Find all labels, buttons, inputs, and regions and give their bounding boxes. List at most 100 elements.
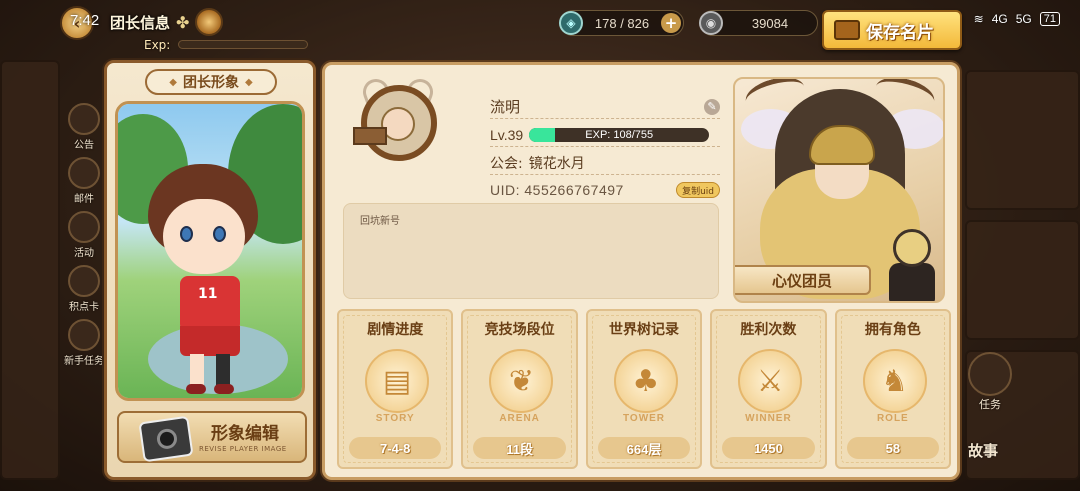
stat-value: 11段 [506, 441, 533, 457]
points-card-icon [68, 265, 100, 297]
stat-badge: STORY [375, 413, 415, 424]
event-icon [68, 211, 100, 243]
task-button[interactable]: 任务 [968, 352, 1012, 412]
exp-progress-bar: EXP: 108/755 [529, 127, 710, 142]
stat-card-role[interactable]: 拥有角色 ♞ ROLE 58 [834, 309, 952, 469]
player-info-panel: 流明 ✎ Lv.39 EXP: 108/755 公会: 镜花水月 UID: 45… [322, 62, 960, 480]
player-uid: UID: 455266767497 [490, 182, 624, 198]
menu-label: 邮件 [74, 194, 94, 205]
task-icon [968, 352, 1012, 396]
menu-item-events[interactable]: 活动 [60, 208, 108, 262]
bunny-icon: ♞ [862, 349, 927, 413]
network-5g-label: 5G [1015, 12, 1032, 26]
uid-row: UID: 455266767497 复制uid [490, 178, 720, 202]
left-side-menu: 公告 邮件 活动 积点卡 新手任务 [60, 100, 108, 370]
story-button[interactable]: 故事 [968, 440, 998, 461]
menu-label: 活动 [74, 248, 94, 259]
guild-name: 镜花水月 [528, 155, 585, 172]
crossed-swords-icon: ⚔ [738, 349, 803, 413]
gold-resource: ◉ 39084 [699, 10, 818, 36]
stamina-resource: ◈ 178 / 826 + [559, 10, 684, 36]
stat-title: 胜利次数 [740, 322, 797, 338]
leader-image-panel: ◆ 团长形象 ◆ 11 形象编辑 REVISE PLAYER IMAGE [104, 60, 316, 480]
stamina-value: 178 / 826 [594, 15, 650, 31]
stat-card-arena[interactable]: 竞技场段位 ❦ ARENA 11段 [461, 309, 578, 469]
stat-badge: WINNER [745, 413, 792, 424]
menu-item-points-card[interactable]: 积点卡 [60, 262, 108, 316]
mail-icon [68, 157, 100, 189]
signature-input[interactable]: 回坑新号 [343, 203, 719, 299]
menu-item-mail[interactable]: 邮件 [60, 154, 108, 208]
stat-value: 7-4-8 [380, 440, 411, 456]
stat-badge: ROLE [876, 413, 909, 424]
add-stamina-button[interactable]: + [661, 13, 681, 33]
favorite-member-chibi [883, 229, 941, 301]
exp-label: Exp: [144, 38, 171, 52]
player-level: Lv.39 [490, 126, 524, 143]
menu-label: 新手任务 [64, 356, 104, 367]
task-label: 任务 [979, 398, 1001, 411]
newbie-task-icon [68, 319, 100, 351]
menu-item-newbie-tasks[interactable]: 新手任务 [60, 316, 108, 370]
stat-value: 1450 [753, 440, 783, 456]
stat-value: 58 [885, 440, 901, 456]
system-status-icons: ≋ 4G 5G 71 [974, 12, 1060, 26]
header-exp-bar [178, 40, 308, 49]
player-name: 流明 [490, 98, 521, 116]
top-bar: ‹ 7:42 团长信息 ✤ Exp: ◈ 178 / 826 + ◉ 39084… [0, 0, 1080, 60]
stat-value: 664层 [626, 441, 662, 457]
diamond-deco-icon: ◆ [169, 76, 177, 88]
wifi-icon: ≋ [973, 12, 984, 26]
menu-label: 积点卡 [69, 302, 99, 313]
stamina-icon: ◈ [559, 11, 583, 35]
menu-label: 公告 [74, 140, 94, 151]
network-4g-label: 4G [991, 12, 1008, 26]
stat-badge: TOWER [622, 413, 666, 424]
save-card-label: 保存名片 [866, 22, 934, 43]
diamond-deco-icon: ◆ [245, 76, 253, 88]
status-time: 7:42 [70, 12, 100, 29]
stat-card-story[interactable]: 剧情进度 ▤ STORY 7-4-8 [337, 309, 454, 469]
announcement-icon [68, 103, 100, 135]
stats-row: 剧情进度 ▤ STORY 7-4-8 竞技场段位 ❦ ARENA 11段 世界树… [337, 309, 952, 469]
gold-coin-icon: ◉ [699, 11, 723, 35]
page-title: 团长信息 [110, 13, 171, 32]
stat-card-winner[interactable]: 胜利次数 ⚔ WINNER 1450 [710, 309, 827, 469]
guild-label: 公会: [490, 155, 523, 172]
gold-value: 39084 [751, 15, 789, 31]
copy-uid-button[interactable]: 复制uid [676, 182, 720, 198]
stat-badge: ARENA [499, 413, 540, 424]
exp-progress-text: EXP: 108/755 [585, 128, 654, 141]
stat-title: 竞技场段位 [484, 322, 555, 338]
image-panel-header: ◆ 团长形象 ◆ [145, 69, 277, 95]
jersey-number: 11 [198, 286, 218, 302]
tree-icon: ♣ [613, 349, 678, 413]
card-icon [834, 20, 860, 40]
player-name-row: 流明 ✎ [490, 95, 720, 119]
guild-emblem-icon[interactable] [195, 8, 224, 36]
stat-title: 拥有角色 [864, 322, 921, 338]
stat-card-tower[interactable]: 世界树记录 ♣ TOWER 664层 [585, 309, 703, 469]
image-panel-title: 团长形象 [183, 75, 239, 91]
signature-text: 回坑新号 [360, 216, 400, 227]
profile-avatar-frame[interactable] [353, 75, 445, 171]
edit-name-icon[interactable]: ✎ [704, 98, 720, 115]
stat-title: 世界树记录 [609, 322, 680, 338]
wooden-sign-icon [353, 127, 387, 145]
story-label: 故事 [968, 442, 999, 460]
page-title-box: 团长信息 ✤ [100, 6, 233, 38]
menu-item-announcement[interactable]: 公告 [60, 100, 108, 154]
guild-row: 公会: 镜花水月 [490, 151, 720, 175]
favorite-member-label: 心仪团员 [771, 271, 832, 290]
edit-image-label: 形象编辑 [211, 424, 279, 444]
book-icon: ▤ [365, 349, 429, 413]
edit-image-sublabel: REVISE PLAYER IMAGE [199, 445, 287, 453]
edit-image-button[interactable]: 形象编辑 REVISE PLAYER IMAGE [117, 411, 307, 463]
save-card-button[interactable]: 保存名片 [822, 10, 962, 50]
arena-wings-icon: ❦ [489, 349, 554, 413]
player-avatar-portrait: 11 [115, 101, 305, 401]
stat-title: 剧情进度 [367, 322, 424, 338]
level-row: Lv.39 EXP: 108/755 [490, 123, 720, 147]
favorite-member-label-bar: 心仪团员 [735, 265, 871, 295]
favorite-member-card[interactable]: 心仪团员 [733, 77, 945, 303]
